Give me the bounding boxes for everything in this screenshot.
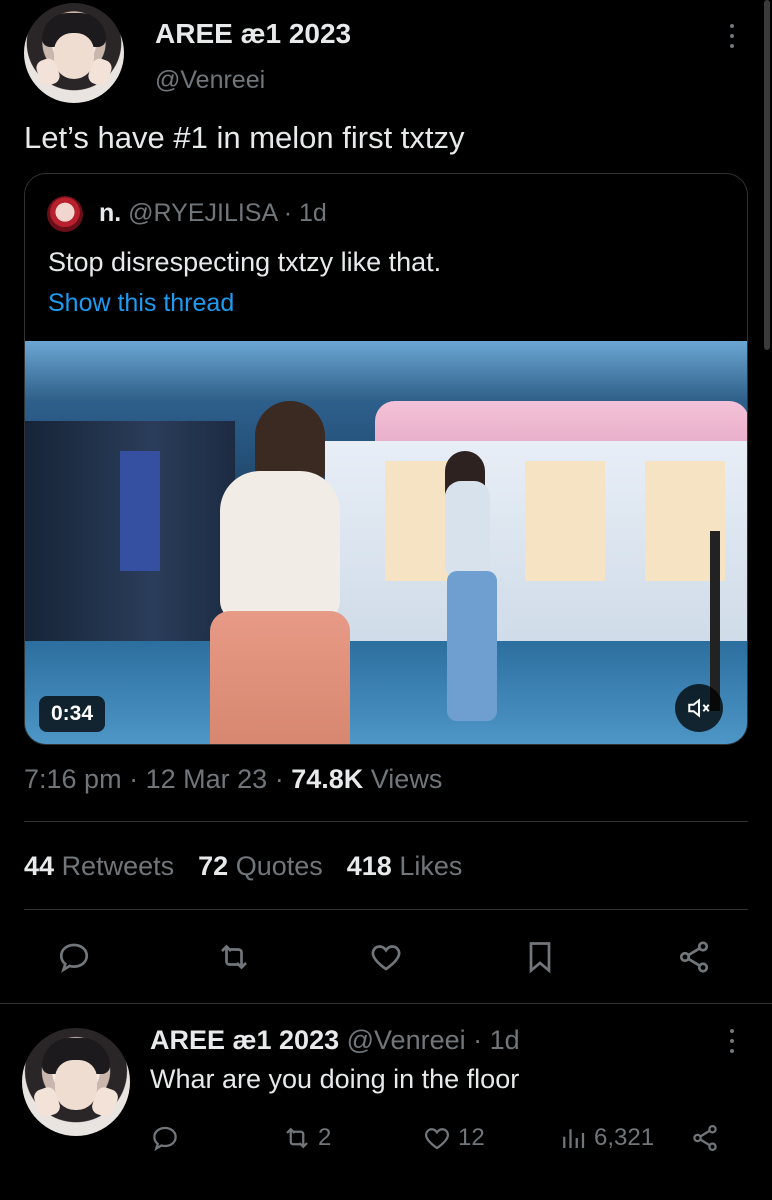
share-icon[interactable]: [670, 933, 718, 981]
views-label: Views: [370, 764, 443, 794]
quoted-tweet[interactable]: n. @RYEJILISA · 1d Stop disrespecting tx…: [24, 173, 748, 745]
quoted-author-name: n.: [99, 199, 122, 227]
retweet-button[interactable]: 2: [282, 1118, 331, 1158]
quoted-author-handle: @RYEJILISA: [128, 199, 277, 227]
reply-author-handle[interactable]: @Venreei: [347, 1025, 466, 1055]
tweet-stats: 44 Retweets 72 Quotes 418 Likes: [24, 851, 462, 882]
likes-stat[interactable]: 418 Likes: [347, 851, 463, 882]
video-player[interactable]: 0:34: [25, 341, 747, 744]
reply-age: · 1d: [473, 1025, 520, 1055]
author-name[interactable]: AREE æ1 2023: [155, 18, 351, 50]
tweet-time: 7:16 pm: [24, 764, 122, 794]
separator: ·: [274, 764, 284, 794]
views-icon: [563, 1129, 585, 1148]
more-icon[interactable]: [720, 20, 744, 52]
tweet-date: 12 Mar 23: [145, 764, 268, 794]
reply-retweet-count: 2: [318, 1124, 332, 1151]
divider: [0, 1003, 772, 1004]
retweet-icon[interactable]: [210, 933, 258, 981]
views-count: 74.8K: [291, 764, 364, 794]
reply-author-name[interactable]: AREE æ1 2023: [150, 1025, 339, 1055]
retweets-stat[interactable]: 44 Retweets: [24, 851, 174, 882]
quotes-stat[interactable]: 72 Quotes: [198, 851, 323, 882]
scrollbar[interactable]: [764, 0, 770, 350]
quoted-author-avatar[interactable]: [47, 196, 83, 232]
author-avatar[interactable]: [24, 3, 124, 103]
reply-header: AREE æ1 2023 @Venreei · 1d: [150, 1025, 520, 1056]
share-icon[interactable]: [690, 1118, 720, 1158]
reply-like-count: 12: [458, 1124, 485, 1151]
reply-actions: 2 12 6,321: [150, 1118, 730, 1158]
like-icon: [424, 1128, 450, 1150]
reply-text: Whar are you doing in the floor: [150, 1064, 520, 1094]
like-icon[interactable]: [362, 933, 410, 981]
author-handle[interactable]: @Venreei: [155, 66, 265, 95]
reply-view-count: 6,321: [594, 1124, 655, 1151]
reply-icon[interactable]: [50, 933, 98, 981]
video-duration: 0:34: [39, 696, 106, 732]
show-thread-link[interactable]: Show this thread: [48, 289, 234, 318]
bookmark-icon[interactable]: [516, 933, 564, 981]
tweet-actions: [0, 933, 772, 989]
retweet-icon: [286, 1127, 308, 1149]
divider: [24, 909, 748, 910]
quoted-age: · 1d: [283, 199, 327, 227]
quoted-text: Stop disrespecting txtzy like that.: [48, 247, 442, 277]
reply-author-avatar[interactable]: [22, 1028, 130, 1136]
mute-icon[interactable]: [675, 684, 723, 732]
reply-icon[interactable]: [150, 1118, 180, 1158]
separator: ·: [129, 764, 139, 794]
tweet-meta: 7:16 pm · 12 Mar 23 · 74.8K Views: [24, 764, 442, 795]
views-button[interactable]: 6,321: [558, 1118, 654, 1158]
tweet-text: Let’s have #1 in melon first txtzy: [24, 120, 465, 155]
more-icon[interactable]: [720, 1025, 744, 1057]
like-button[interactable]: 12: [422, 1118, 485, 1158]
divider: [24, 821, 748, 822]
